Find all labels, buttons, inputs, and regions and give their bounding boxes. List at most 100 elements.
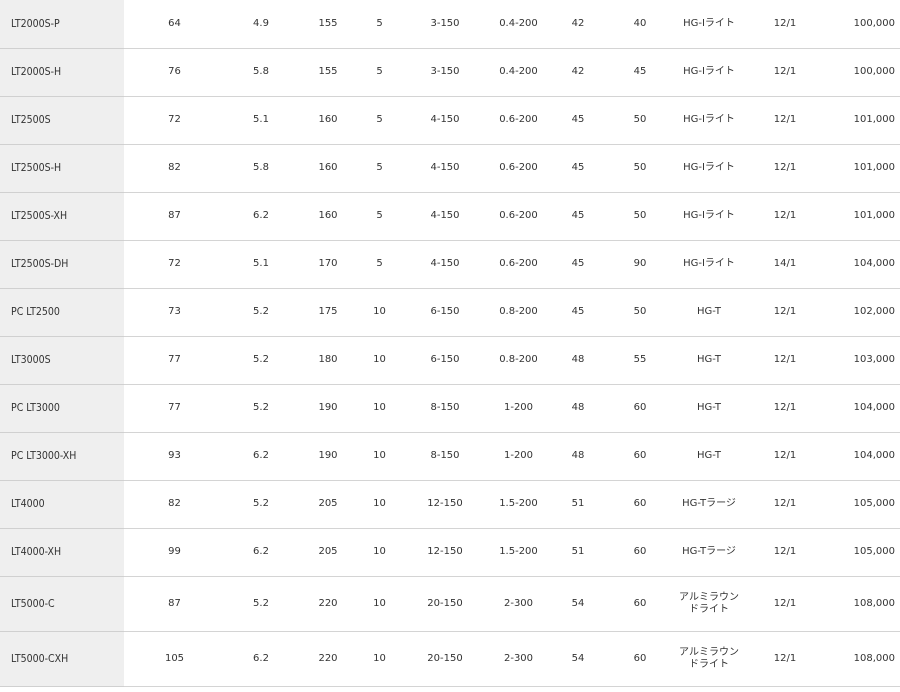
spec-cell: 12/1 (747, 0, 823, 49)
spec-cell: 42 (547, 0, 609, 49)
spec-cell: 45 (547, 192, 609, 241)
spec-cell: 76 (124, 48, 225, 97)
material-cell: アルミラウン ドライト (671, 576, 747, 632)
price-cell: 108,000 (823, 631, 900, 687)
material-cell: HG-T (671, 288, 747, 337)
spec-cell: 155 (297, 48, 359, 97)
spec-cell: 40 (609, 0, 671, 49)
spec-cell: 55 (609, 336, 671, 385)
spec-cell: 54 (547, 576, 609, 632)
spec-cell: 5 (359, 144, 400, 193)
spec-cell: 3-150 (400, 0, 490, 49)
material-line-2: ドライト (689, 658, 729, 670)
spec-cell: 87 (124, 192, 225, 241)
spec-cell: 5.1 (225, 240, 297, 289)
spec-cell: 8-150 (400, 384, 490, 433)
model-name-cell: LT2500S-DH (0, 240, 124, 289)
spec-cell: 1-200 (490, 384, 547, 433)
material-cell: HG-T (671, 384, 747, 433)
model-name-cell: PC LT2500 (0, 288, 124, 337)
table-row: LT4000-XH 99 6.2 205 10 12-150 1.5-200 51 60 HG-T… (0, 528, 900, 577)
spec-cell: 12/1 (747, 192, 823, 241)
material-cell: HG-Iライト (671, 240, 747, 289)
table-row: LT2000S-P 64 4.9 155 5 3-150 0.4-200 42 40 HG-Iライ… (0, 0, 900, 49)
spec-cell: 6-150 (400, 288, 490, 337)
spec-cell: 50 (609, 144, 671, 193)
price-cell: 104,000 (823, 432, 900, 481)
spec-cell: 87 (124, 576, 225, 632)
material-cell: HG-Iライト (671, 96, 747, 145)
model-name-cell: LT2500S-XH (0, 192, 124, 241)
spec-cell: 51 (547, 528, 609, 577)
spec-cell: 60 (609, 631, 671, 687)
price-cell: 101,000 (823, 96, 900, 145)
table-row: LT2000S-H 76 5.8 155 5 3-150 0.4-200 42 45 HG-Iライ… (0, 48, 900, 97)
material-cell: HG-Iライト (671, 144, 747, 193)
spec-cell: 10 (359, 336, 400, 385)
table-row: LT4000 82 5.2 205 10 12-150 1.5-200 51 60 HG-Tラージ… (0, 480, 900, 529)
table-row: LT5000-CXH 105 6.2 220 10 20-150 2-300 54 60 アルミラ… (0, 631, 900, 687)
spec-cell: 5.2 (225, 336, 297, 385)
spec-cell: 77 (124, 384, 225, 433)
spec-cell: 73 (124, 288, 225, 337)
material-line-1: アルミラウン (679, 591, 739, 603)
spec-cell: 64 (124, 0, 225, 49)
spec-cell: 12/1 (747, 336, 823, 385)
spec-cell: 12/1 (747, 631, 823, 687)
spec-cell: 90 (609, 240, 671, 289)
spec-cell: 5.2 (225, 480, 297, 529)
spec-cell: 4-150 (400, 144, 490, 193)
spec-cell: 5 (359, 96, 400, 145)
spec-cell: 4-150 (400, 240, 490, 289)
spec-cell: 72 (124, 240, 225, 289)
spec-cell: 14/1 (747, 240, 823, 289)
spec-cell: 4.9 (225, 0, 297, 49)
spec-cell: 3-150 (400, 48, 490, 97)
model-name-cell: LT2500S-H (0, 144, 124, 193)
spec-cell: 45 (547, 144, 609, 193)
spec-cell: 20-150 (400, 576, 490, 632)
spec-cell: 6.2 (225, 432, 297, 481)
spec-cell: 12/1 (747, 480, 823, 529)
spec-cell: 48 (547, 432, 609, 481)
price-cell: 101,000 (823, 192, 900, 241)
material-line-2: ドライト (689, 603, 729, 615)
model-name-cell: LT4000-XH (0, 528, 124, 577)
spec-cell: 12/1 (747, 288, 823, 337)
spec-cell: 8-150 (400, 432, 490, 481)
spec-cell: 5.8 (225, 48, 297, 97)
table-row: LT2500S-XH 87 6.2 160 5 4-150 0.6-200 45 50 HG-Iラ… (0, 192, 900, 241)
spec-cell: 4-150 (400, 96, 490, 145)
price-cell: 104,000 (823, 384, 900, 433)
price-cell: 104,000 (823, 240, 900, 289)
material-line-1: アルミラウン (679, 646, 739, 658)
material-cell: HG-T (671, 432, 747, 481)
spec-cell: 10 (359, 288, 400, 337)
spec-cell: 20-150 (400, 631, 490, 687)
spec-cell: 72 (124, 96, 225, 145)
spec-cell: 180 (297, 336, 359, 385)
table-row: LT3000S 77 5.2 180 10 6-150 0.8-200 48 55 HG-T 12/… (0, 336, 900, 385)
spec-cell: 160 (297, 144, 359, 193)
spec-cell: 0.6-200 (490, 96, 547, 145)
spec-cell: 45 (547, 96, 609, 145)
spec-cell: 0.6-200 (490, 240, 547, 289)
spec-cell: 10 (359, 432, 400, 481)
spec-cell: 51 (547, 480, 609, 529)
spec-cell: 12/1 (747, 576, 823, 632)
spec-cell: 12/1 (747, 528, 823, 577)
spec-cell: 5 (359, 240, 400, 289)
spec-cell: 160 (297, 96, 359, 145)
spec-cell: 10 (359, 384, 400, 433)
spec-cell: 10 (359, 480, 400, 529)
spec-cell: 5 (359, 0, 400, 49)
spec-cell: 5.2 (225, 384, 297, 433)
price-cell: 105,000 (823, 528, 900, 577)
table-row: LT2500S-H 82 5.8 160 5 4-150 0.6-200 45 50 HG-Iライ… (0, 144, 900, 193)
spec-cell: 5 (359, 192, 400, 241)
spec-cell: 12/1 (747, 96, 823, 145)
spec-cell: 5.2 (225, 576, 297, 632)
spec-cell: 155 (297, 0, 359, 49)
spec-cell: 48 (547, 384, 609, 433)
model-name-cell: LT2000S-P (0, 0, 124, 49)
